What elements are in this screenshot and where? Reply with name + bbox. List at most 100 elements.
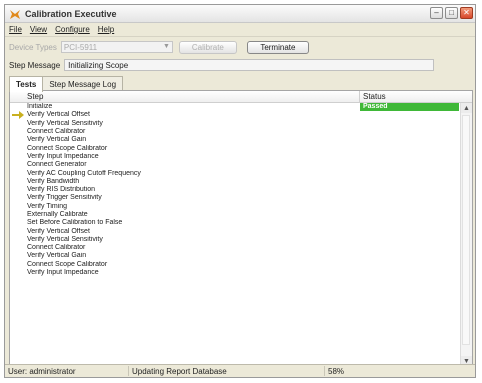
step-cell: Verify Vertical Offset [27, 111, 90, 119]
status-cell [360, 170, 461, 178]
scroll-up-icon[interactable]: ▲ [461, 103, 472, 113]
column-header-status[interactable]: Status [360, 91, 472, 102]
close-button[interactable]: ✕ [460, 7, 473, 19]
table-row[interactable]: Verify Trigger Sensitivity [10, 194, 461, 202]
status-cell [360, 153, 461, 161]
status-cell [360, 236, 461, 244]
step-cell: Verify AC Coupling Cutoff Frequency [27, 169, 141, 177]
status-cell [360, 211, 461, 219]
table-row[interactable]: Connect Calibrator [10, 244, 461, 252]
maximize-button[interactable]: □ [445, 7, 458, 19]
menu-file[interactable]: File [9, 25, 22, 34]
table-row[interactable]: Connect Scope Calibrator [10, 144, 461, 152]
scrollbar-thumb[interactable] [462, 115, 470, 345]
tab-step-message-log[interactable]: Step Message Log [42, 76, 124, 91]
terminate-button[interactable]: Terminate [246, 40, 309, 54]
step-cell: Connect Scope Calibrator [27, 260, 108, 268]
status-cell [360, 244, 461, 252]
vertical-scrollbar[interactable]: ▲ ▼ [460, 103, 472, 366]
table-row[interactable]: Verify Input Impedance [10, 153, 461, 161]
table-header: Step Status [10, 91, 472, 103]
step-cell: Verify Vertical Sensitivity [27, 235, 103, 243]
table-row[interactable]: Verify Vertical Gain [10, 252, 461, 260]
menu-help[interactable]: Help [98, 25, 114, 34]
status-cell [360, 178, 461, 186]
step-cell: Connect Calibrator [27, 128, 86, 136]
status-progress: 58% [328, 366, 345, 376]
menu-bar: File View Configure Help [5, 23, 475, 37]
table-row[interactable]: Initialize Passed [10, 103, 461, 112]
status-cell: Passed [360, 103, 459, 112]
table-row[interactable]: Connect Calibrator [10, 128, 461, 136]
step-cell: Verify Timing [27, 202, 68, 210]
step-cell: Verify Trigger Sensitivity [27, 194, 102, 202]
table-row[interactable]: Verify Bandwidth [10, 178, 461, 186]
device-types-select[interactable]: PCI-5911 ▼ [60, 41, 173, 53]
step-message-label: Step Message [9, 60, 61, 70]
step-cell: Verify RIS Distribution [27, 186, 96, 194]
menu-view[interactable]: View [30, 25, 47, 34]
table-row[interactable]: Verify Vertical Offset [10, 111, 461, 120]
app-logo-icon [10, 9, 20, 19]
menu-configure[interactable]: Configure [55, 25, 90, 34]
step-message-field: Initializing Scope [64, 59, 435, 71]
step-cell: Verify Vertical Offset [27, 227, 90, 235]
window-title: Calibration Executive [25, 8, 117, 19]
step-cell: Verify Vertical Sensitivity [27, 119, 103, 127]
tab-strip: Tests Step Message Log [9, 76, 124, 92]
status-cell [360, 203, 461, 211]
status-cell [360, 111, 461, 119]
tests-table-body: Initialize Passed Verify Vertical Offset Ve… [10, 103, 461, 366]
step-cell: Connect Scope Calibrator [27, 144, 108, 152]
step-cell: Set Before Calibration to False [27, 219, 123, 227]
step-cell: Verify Input Impedance [27, 269, 99, 277]
status-cell [360, 228, 461, 236]
column-header-step[interactable]: Step [10, 91, 360, 102]
calibrate-button[interactable]: Calibrate [178, 40, 237, 54]
step-cell: Connect Generator [27, 161, 87, 169]
minimize-button[interactable]: – [430, 7, 443, 19]
tests-panel: Step Status Initialize Passed Verify Verti… [9, 90, 473, 367]
table-row[interactable]: Verify Vertical Offset [10, 227, 461, 235]
status-message: Updating Report Database [129, 366, 325, 376]
status-cell [360, 194, 461, 202]
chevron-down-icon: ▼ [162, 43, 170, 50]
app-window: Calibration Executive – □ ✕ File View Co… [4, 4, 476, 378]
status-cell [360, 128, 461, 136]
status-cell [360, 145, 461, 153]
status-cell [360, 261, 461, 269]
table-row[interactable]: Verify Vertical Sensitivity [10, 236, 461, 244]
title-bar[interactable]: Calibration Executive – □ ✕ [5, 5, 475, 23]
table-row[interactable]: Verify Timing [10, 203, 461, 211]
step-cell: Verify Vertical Gain [27, 136, 87, 144]
status-cell [360, 269, 461, 277]
current-step-arrow-icon [12, 111, 24, 120]
status-cell [360, 219, 461, 227]
table-row[interactable]: Externally Calibrate [10, 211, 461, 219]
step-cell: Connect Calibrator [27, 244, 86, 252]
status-cell [360, 252, 461, 260]
status-cell [360, 161, 461, 169]
step-cell: Externally Calibrate [27, 211, 88, 218]
status-user: User: administrator [5, 366, 129, 376]
step-cell: Verify Bandwidth [27, 177, 80, 185]
table-row[interactable]: Connect Generator [10, 161, 461, 169]
step-message-value: Initializing Scope [68, 60, 129, 70]
table-row[interactable]: Verify Input Impedance [10, 269, 461, 277]
table-row[interactable]: Set Before Calibration to False [10, 219, 461, 227]
table-row[interactable]: Verify AC Coupling Cutoff Frequency [10, 169, 461, 177]
status-cell [360, 186, 461, 194]
tab-tests[interactable]: Tests [9, 76, 44, 92]
status-cell [360, 120, 461, 128]
step-cell: Verify Vertical Gain [27, 252, 87, 260]
table-row[interactable]: Connect Scope Calibrator [10, 261, 461, 269]
status-bar: User: administrator Updating Report Data… [5, 364, 475, 377]
table-row[interactable]: Verify Vertical Sensitivity [10, 120, 461, 128]
table-row[interactable]: Verify Vertical Gain [10, 136, 461, 144]
step-cell: Initialize [27, 103, 53, 111]
status-cell [360, 136, 461, 144]
step-cell: Verify Input Impedance [27, 152, 99, 160]
table-row[interactable]: Verify RIS Distribution [10, 186, 461, 194]
device-types-label: Device Types [9, 42, 57, 52]
device-types-value: PCI-5911 [63, 42, 98, 52]
